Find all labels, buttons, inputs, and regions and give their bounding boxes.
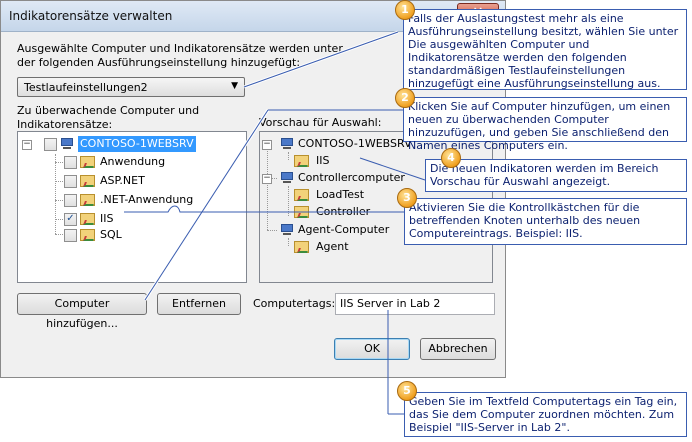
callout-5-text: Geben Sie im Textfeld Computertags ein T… bbox=[409, 395, 678, 434]
callout-badge-4: 4 bbox=[441, 148, 461, 168]
callout-badge-3: 3 bbox=[397, 188, 417, 208]
callout-badge-2: 2 bbox=[395, 88, 415, 108]
callout-badge-1: 1 bbox=[395, 0, 415, 20]
callout-3: Aktivieren Sie die Kontrollkästchen für … bbox=[404, 198, 687, 245]
callout-1: Falls der Auslastungstest mehr als eine … bbox=[403, 9, 687, 90]
callout-4: Die neuen Indikatoren werden im Bereich … bbox=[425, 159, 687, 192]
callout-badge-5: 5 bbox=[397, 381, 417, 401]
callout-3-text: Aktivieren Sie die Kontrollkästchen für … bbox=[409, 201, 641, 240]
callout-4-text: Die neuen Indikatoren werden im Bereich … bbox=[430, 162, 659, 188]
callout-1-text: Falls der Auslastungstest mehr als eine … bbox=[408, 12, 679, 90]
callout-5: Geben Sie im Textfeld Computertags ein T… bbox=[404, 392, 687, 437]
callout-2: Klicken Sie auf Computer hinzufügen, um … bbox=[403, 97, 687, 152]
